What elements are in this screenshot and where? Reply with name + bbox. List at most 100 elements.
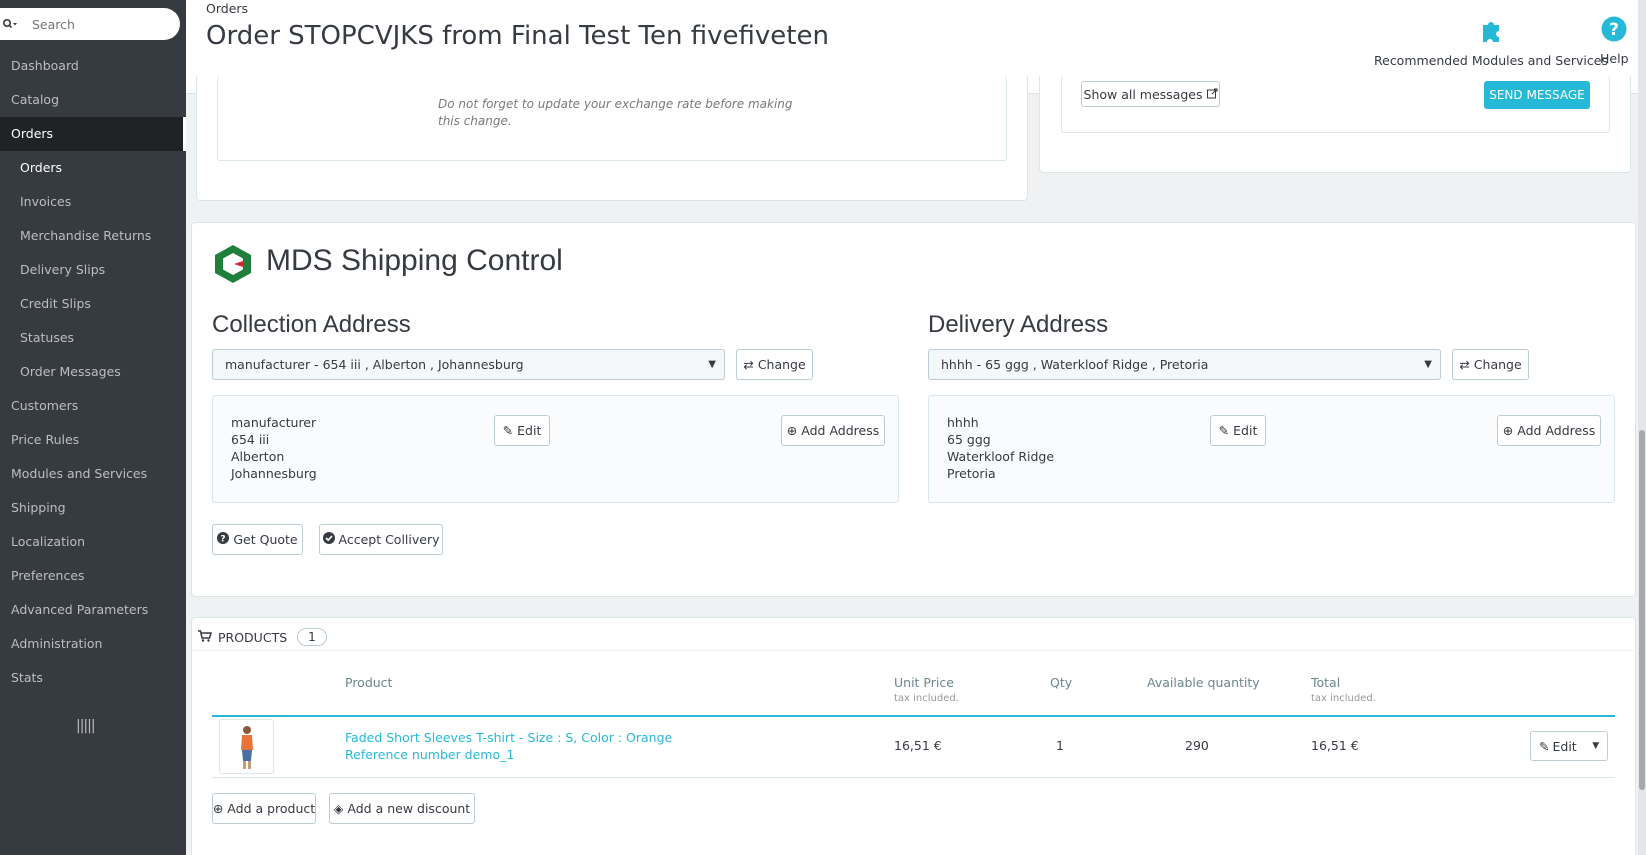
column-header-total: Total tax included. (1311, 675, 1376, 704)
delivery-address-select[interactable]: hhhh - 65 ggg , Waterkloof Ridge , Preto… (928, 349, 1441, 380)
svg-text:?: ? (1609, 20, 1619, 40)
sidebar-item-shipping[interactable]: Shipping (0, 491, 186, 525)
add-product-label: Add a product (227, 801, 316, 816)
add-discount-label: Add a new discount (347, 801, 471, 816)
messages-panel: Show all messages SEND MESSAGE (1039, 76, 1631, 173)
column-header-qty: Qty (1050, 675, 1073, 690)
swap-icon: ⇄ (743, 357, 754, 372)
collection-line-suburb: Alberton (231, 449, 285, 464)
sidebar-item-advanced-parameters[interactable]: Advanced Parameters (0, 593, 186, 627)
sidebar-item-catalog[interactable]: Catalog (0, 83, 186, 117)
messages-box: Show all messages SEND MESSAGE (1061, 76, 1610, 133)
accept-collivery-label: Accept Collivery (338, 532, 440, 547)
delivery-add-label: Add Address (1517, 423, 1596, 438)
product-name-cell: Faded Short Sleeves T-shirt - Size : S, … (345, 729, 672, 763)
collection-add-address-button[interactable]: ⊕ Add Address (781, 415, 885, 446)
sidebar-subitem-credit-slips[interactable]: Credit Slips (0, 287, 186, 321)
show-all-messages-label: Show all messages (1083, 86, 1203, 102)
page-title: Order STOPCVJKS from Final Test Ten five… (206, 21, 829, 51)
question-circle-icon: ? (217, 532, 230, 547)
recommended-modules-button[interactable]: Recommended Modules and Services (1374, 16, 1608, 68)
page-scrollbar[interactable] (1638, 0, 1646, 855)
unit-price-note: tax included. (894, 693, 959, 704)
collection-address-card: manufacturer 654 iii Alberton Johannesbu… (212, 395, 899, 503)
chevron-down-icon: ▼ (1424, 359, 1432, 370)
mds-shipping-panel: MDS Shipping Control Collection Address … (191, 222, 1636, 597)
products-heading: PRODUCTS 1 (198, 628, 327, 646)
cart-icon (198, 629, 213, 645)
delivery-address-card: hhhh 65 ggg Waterkloof Ridge Pretoria ✎ … (928, 395, 1615, 503)
product-name-link[interactable]: Faded Short Sleeves T-shirt - Size : S, … (345, 729, 672, 746)
sidebar-item-administration[interactable]: Administration (0, 627, 186, 661)
delivery-edit-button[interactable]: ✎ Edit (1210, 415, 1266, 446)
puzzle-icon (1374, 16, 1608, 47)
sidebar-subitem-invoices[interactable]: Invoices (0, 185, 186, 219)
collection-change-button[interactable]: ⇄ Change (736, 349, 813, 380)
table-header-divider (212, 715, 1615, 717)
search-box[interactable] (0, 8, 180, 40)
show-all-messages-button[interactable]: Show all messages (1081, 81, 1220, 107)
sidebar-item-modules[interactable]: Modules and Services (0, 457, 186, 491)
divider (192, 650, 1637, 651)
collection-change-label: Change (757, 357, 806, 372)
column-header-unit-price: Unit Price tax included. (894, 675, 959, 704)
delivery-change-label: Change (1473, 357, 1522, 372)
delivery-address-lines: hhhh 65 ggg Waterkloof Ridge Pretoria (947, 414, 1054, 482)
plus-circle-icon: ⊕ (212, 801, 224, 816)
product-thumbnail (219, 719, 274, 774)
send-message-button[interactable]: SEND MESSAGE (1484, 81, 1590, 109)
scrollbar-thumb[interactable] (1639, 430, 1645, 790)
row-edit-button[interactable]: ✎ Edit (1531, 739, 1580, 754)
sidebar-subitem-statuses[interactable]: Statuses (0, 321, 186, 355)
recommended-modules-label: Recommended Modules and Services (1374, 53, 1608, 68)
total-note: tax included. (1311, 693, 1376, 704)
collapse-sidebar-icon[interactable]: ||||| (76, 718, 96, 734)
sidebar-subitem-delivery-slips[interactable]: Delivery Slips (0, 253, 186, 287)
row-edit-button-group: ✎ Edit ▼ (1530, 731, 1608, 761)
sidebar-item-dashboard[interactable]: Dashboard (0, 49, 186, 83)
pencil-icon: ✎ (1539, 738, 1550, 754)
total-cell: 16,51 € (1311, 738, 1359, 753)
delivery-edit-label: Edit (1233, 423, 1258, 438)
product-reference[interactable]: Reference number demo_1 (345, 746, 672, 763)
breadcrumb[interactable]: Orders (206, 1, 248, 16)
help-label: Help (1600, 51, 1629, 66)
collection-line-street: 654 iii (231, 432, 270, 447)
collection-address-select[interactable]: manufacturer - 654 iii , Alberton , Joha… (212, 349, 725, 380)
collection-edit-button[interactable]: ✎ Edit (494, 415, 550, 446)
add-discount-button[interactable]: ◈ Add a new discount (329, 793, 475, 824)
edit-icon: ✎ (1218, 423, 1230, 438)
products-heading-label: PRODUCTS (218, 629, 288, 645)
add-product-button[interactable]: ⊕ Add a product (212, 793, 316, 824)
delivery-change-button[interactable]: ⇄ Change (1452, 349, 1529, 380)
sidebar-item-price-rules[interactable]: Price Rules (0, 423, 186, 457)
collection-address-lines: manufacturer 654 iii Alberton Johannesbu… (231, 414, 317, 482)
collection-edit-label: Edit (517, 423, 542, 438)
delivery-line-street: 65 ggg (947, 432, 991, 447)
plus-circle-icon: ⊕ (786, 423, 798, 438)
mds-title: MDS Shipping Control (266, 244, 563, 277)
accept-collivery-button[interactable]: Accept Collivery (319, 524, 443, 555)
collection-line-city: Johannesburg (231, 466, 317, 481)
sidebar-item-stats[interactable]: Stats (0, 661, 186, 695)
delivery-add-address-button[interactable]: ⊕ Add Address (1497, 415, 1601, 446)
sidebar-subitem-orders[interactable]: Orders (0, 151, 186, 185)
delivery-line-name: hhhh (947, 415, 979, 430)
sidebar-item-customers[interactable]: Customers (0, 389, 186, 423)
search-input[interactable] (32, 16, 172, 32)
delivery-address-selected: hhhh - 65 ggg , Waterkloof Ridge , Preto… (941, 357, 1209, 372)
row-edit-dropdown-toggle[interactable]: ▼ (1584, 732, 1607, 760)
sidebar-item-localization[interactable]: Localization (0, 525, 186, 559)
sidebar-subitem-merchandise-returns[interactable]: Merchandise Returns (0, 219, 186, 253)
check-circle-icon (322, 532, 335, 547)
search-icon[interactable] (0, 18, 22, 30)
swap-icon: ⇄ (1459, 357, 1470, 372)
sidebar-item-orders[interactable]: Orders (0, 117, 186, 151)
help-button[interactable]: ? Help (1600, 16, 1629, 66)
mds-logo-icon (214, 244, 252, 287)
sidebar-item-preferences[interactable]: Preferences (0, 559, 186, 593)
plus-circle-icon: ⊕ (1502, 423, 1514, 438)
get-quote-button[interactable]: ? Get Quote (212, 524, 303, 555)
sidebar-subitem-order-messages[interactable]: Order Messages (0, 355, 186, 389)
caret-down-icon: ▼ (1592, 741, 1600, 751)
